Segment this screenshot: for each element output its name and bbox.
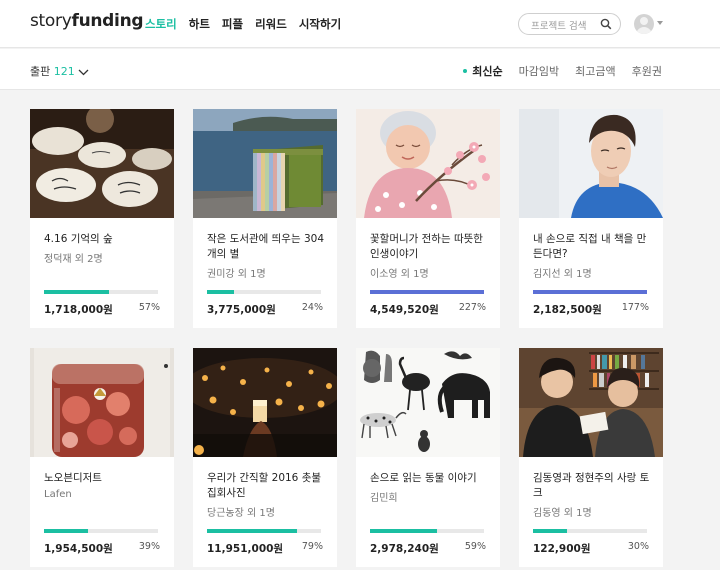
funded-percent: 30%	[627, 541, 649, 552]
sort-sponsor[interactable]: 후원권	[632, 65, 662, 78]
progress-fill	[370, 290, 484, 294]
project-author: 이소영 외 1명	[370, 269, 429, 280]
project-author: 권미강 외 1명	[207, 269, 266, 280]
project-image-bookstore-talk[interactable]	[519, 348, 663, 457]
project-card[interactable]: 손으로 읽는 동물 이야기 김민희 2,978,240원 59%	[356, 348, 500, 567]
main-nav: 스토리 하트 피플 리워드 시작하기	[145, 16, 353, 32]
funded-percent: 79%	[301, 541, 323, 552]
funded-percent: 57%	[138, 302, 160, 313]
progress-fill	[370, 529, 438, 533]
category-label: 출판	[30, 65, 51, 78]
progress-fill	[44, 290, 109, 294]
project-card[interactable]: 꽃할머니가 전하는 따뜻한 인생이야기 이소영 외 1명 4,549,520원 …	[356, 109, 500, 328]
project-author: 당근농장 외 1명	[207, 508, 275, 519]
nav-item-people[interactable]: 피플	[222, 17, 243, 31]
project-title[interactable]: 김동영과 정현주의 사랑 토크	[533, 471, 653, 501]
funded-amount: 11,951,000원	[207, 543, 284, 555]
project-card[interactable]: 4.16 기억의 숲 정덕재 외 2명 1,718,000원 57%	[30, 109, 174, 328]
category-count: 121	[53, 65, 75, 78]
search-icon[interactable]	[600, 18, 612, 30]
progress-bar	[533, 290, 647, 294]
sort-latest-label: 최신순	[472, 65, 503, 78]
search-input[interactable]: 프로젝트 검색	[518, 13, 621, 35]
project-title[interactable]: 우리가 간직할 2016 촛불집회사진	[207, 471, 327, 501]
funded-amount: 3,775,000원	[207, 304, 276, 316]
funded-amount: 122,900원	[533, 543, 591, 555]
top-navigation-bar: storyfunding 스토리 하트 피플 리워드 시작하기 프로젝트 검색	[0, 0, 720, 48]
funded-percent: 39%	[138, 541, 160, 552]
progress-bar	[44, 529, 158, 533]
funded-amount: 1,718,000원	[44, 304, 113, 316]
project-card[interactable]: 내 손으로 직접 내 책을 만든다면? 김지선 외 1명 2,182,500원 …	[519, 109, 663, 328]
project-title[interactable]: 4.16 기억의 숲	[44, 232, 164, 247]
sort-latest[interactable]: 최신순	[463, 65, 503, 78]
funded-amount: 4,549,520원	[370, 304, 439, 316]
project-image-candlelight-crowd[interactable]	[193, 348, 337, 457]
nav-item-story[interactable]: 스토리	[145, 17, 177, 31]
progress-bar	[207, 290, 321, 294]
progress-bar	[370, 529, 484, 533]
funded-percent: 177%	[621, 302, 649, 313]
progress-bar	[533, 529, 647, 533]
funded-percent: 227%	[458, 302, 486, 313]
project-title[interactable]: 작은 도서관에 띄우는 304개의 별	[207, 232, 327, 262]
project-image-grandmother-illustration[interactable]	[356, 109, 500, 218]
sort-options: 최신순 마감임박 최고금액 후원권	[447, 63, 662, 79]
funded-percent: 59%	[464, 541, 486, 552]
progress-fill	[533, 529, 568, 533]
project-image-animal-illustrations[interactable]	[356, 348, 500, 457]
search-placeholder: 프로젝트 검색	[531, 21, 587, 32]
chevron-down-icon	[78, 69, 89, 76]
logo-text-bold: funding	[71, 11, 144, 31]
user-avatar[interactable]	[634, 14, 654, 34]
funded-amount: 1,954,500원	[44, 543, 113, 555]
project-image-wooden-tokens[interactable]	[30, 109, 174, 218]
project-card[interactable]: 노오븐디저트 Lafen 1,954,500원 39%	[30, 348, 174, 567]
active-dot-icon	[463, 69, 468, 73]
project-author: 김민희	[370, 493, 398, 504]
nav-item-start[interactable]: 시작하기	[299, 17, 341, 31]
progress-fill	[207, 290, 235, 294]
funded-amount: 2,978,240원	[370, 543, 439, 555]
progress-bar	[370, 290, 484, 294]
project-image-book-box-set[interactable]	[193, 109, 337, 218]
progress-fill	[44, 529, 89, 533]
sort-top-amount[interactable]: 최고금액	[575, 65, 615, 78]
funded-percent: 24%	[301, 302, 323, 313]
category-dropdown[interactable]: 출판 121	[30, 63, 89, 79]
project-card[interactable]: 김동영과 정현주의 사랑 토크 김동영 외 1명 122,900원 30%	[519, 348, 663, 567]
project-image-fruit-jelly-dessert[interactable]	[30, 348, 174, 457]
progress-bar	[207, 529, 321, 533]
project-title[interactable]: 노오븐디저트	[44, 471, 164, 486]
progress-fill	[207, 529, 298, 533]
project-author: 김지선 외 1명	[533, 269, 592, 280]
progress-bar	[44, 290, 158, 294]
funded-amount: 2,182,500원	[533, 304, 602, 316]
project-title[interactable]: 꽃할머니가 전하는 따뜻한 인생이야기	[370, 232, 490, 262]
project-author: Lafen	[44, 489, 72, 500]
filter-bar: 출판 121 최신순 마감임박 최고금액 후원권	[0, 49, 720, 90]
project-title[interactable]: 손으로 읽는 동물 이야기	[370, 471, 490, 486]
storyfunding-logo[interactable]: storyfunding	[30, 11, 144, 31]
project-image-young-man-portrait[interactable]	[519, 109, 663, 218]
logo-text-light: story	[30, 11, 72, 31]
progress-fill	[533, 290, 647, 294]
nav-item-heart[interactable]: 하트	[189, 17, 210, 31]
nav-item-reward[interactable]: 리워드	[255, 17, 287, 31]
project-card[interactable]: 우리가 간직할 2016 촛불집회사진 당근농장 외 1명 11,951,000…	[193, 348, 337, 567]
sort-deadline[interactable]: 마감임박	[519, 65, 559, 78]
project-card[interactable]: 작은 도서관에 띄우는 304개의 별 권미강 외 1명 3,775,000원 …	[193, 109, 337, 328]
project-title[interactable]: 내 손으로 직접 내 책을 만든다면?	[533, 232, 653, 262]
project-author: 정덕재 외 2명	[44, 254, 103, 265]
project-author: 김동영 외 1명	[533, 508, 592, 519]
chevron-down-icon[interactable]	[657, 21, 663, 25]
